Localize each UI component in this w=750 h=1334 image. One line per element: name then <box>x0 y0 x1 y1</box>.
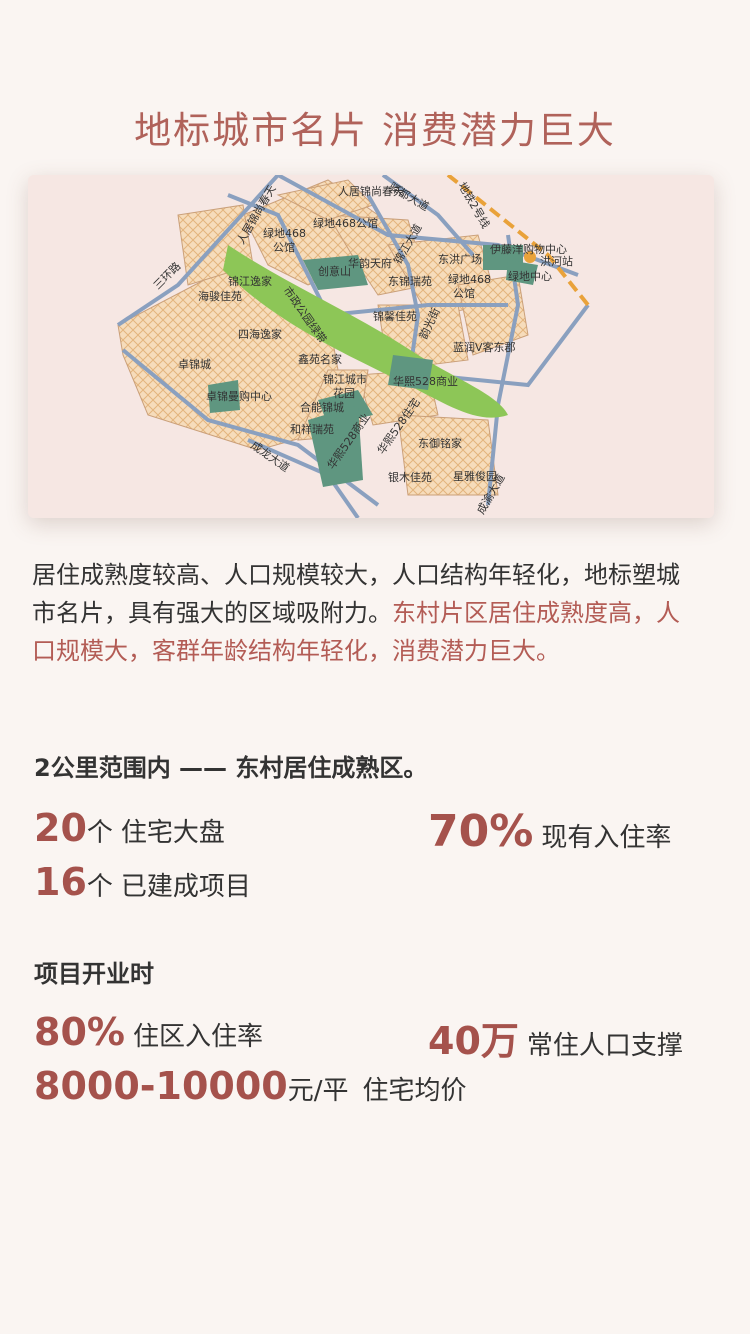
label-heneng-ruiyuan: 和祥瑞苑 <box>290 422 334 436</box>
label-donghong: 东洪广场 <box>438 252 482 266</box>
stat-occupancy: 70% 现有入住率 <box>428 806 671 857</box>
label-jinjiang-chengshi2: 花园 <box>333 387 355 400</box>
stat-label: 住宅均价 <box>362 1076 467 1106</box>
label-sihai: 四海逸家 <box>238 327 282 341</box>
label-hongdao: 洪河站 <box>540 254 573 268</box>
label-lvdi468-top: 绿地468公馆 <box>313 216 378 230</box>
label-chuangyishan: 创意山 <box>318 264 351 278</box>
stat-label: 已建成项目 <box>120 872 251 902</box>
label-lanrun: 蓝润V客东郡 <box>453 340 516 354</box>
stat-number: 80% <box>34 1010 125 1054</box>
stat-number: 16 <box>34 860 87 904</box>
stat-population: 40万 常住人口支撑 <box>428 1010 683 1065</box>
label-jinjiang-chengshi: 锦江城市 <box>323 372 367 386</box>
stat-number: 20 <box>34 806 87 850</box>
label-yiteng: 伊藤洋购物中心 <box>490 242 567 256</box>
label-dongjin: 东锦瑞苑 <box>388 274 432 288</box>
section2-title: 项目开业时 <box>34 960 154 988</box>
stat-unit: 个 <box>86 818 113 848</box>
label-lvdi468-right: 绿地468 <box>448 272 491 286</box>
label-huayun: 华韵天府 <box>348 256 392 270</box>
label-zhuojin-cheng: 卓锦城 <box>178 357 211 371</box>
section1-title: 2公里范围内 —— 东村居住成熟区。 <box>34 754 428 782</box>
stat-number: 8000-10000 <box>34 1064 288 1108</box>
label-lvdi468-right2: 公馆 <box>453 286 475 300</box>
label-jinxiu: 锦馨佳苑 <box>373 309 417 323</box>
stat-label: 住区入住率 <box>132 1022 263 1052</box>
stat-residential-projects: 20个 住宅大盘 <box>34 806 225 850</box>
stat-unit: 元/平 <box>287 1076 349 1106</box>
stat-house-price: 8000-10000元/平 住宅均价 <box>34 1064 467 1108</box>
stat-unit: 个 <box>86 872 113 902</box>
label-yinmu: 银木佳苑 <box>388 470 432 484</box>
page-title: 地标城市名片 消费潜力巨大 <box>134 109 616 152</box>
label-dongyu: 东御铭家 <box>418 436 462 450</box>
label-lvdi468-left2: 公馆 <box>273 240 295 254</box>
label-jinjiang-yijia: 锦江逸家 <box>228 274 272 288</box>
intro-paragraph: 居住成熟度较高、人口规模较大，人口结构年轻化，地标塑城市名片，具有强大的区域吸附… <box>32 556 696 670</box>
label-huaxi528-top: 华熙528商业 <box>393 374 458 388</box>
stat-number: 40万 <box>428 1019 519 1063</box>
label-xinyuan: 鑫苑名家 <box>298 352 342 366</box>
label-lvdi468-left: 绿地468 <box>263 226 306 240</box>
stat-label: 常住人口支撑 <box>526 1031 683 1061</box>
label-haijun: 海骏佳苑 <box>198 289 242 303</box>
stat-community-occupancy: 80% 住区入住率 <box>34 1010 263 1054</box>
label-lvdi-zhongxin: 绿地中心 <box>508 269 552 283</box>
area-map: 人居锦尚春天 绿地468公馆 绿地468 公馆 三环路 海骏佳苑 锦江逸家 市政… <box>28 175 714 518</box>
label-heneng-jincheng: 合能锦城 <box>300 400 344 414</box>
stat-label: 现有入住率 <box>541 823 672 853</box>
stat-number: 70% <box>428 806 534 857</box>
stat-label: 住宅大盘 <box>120 818 225 848</box>
label-zhuojin-mall: 卓锦曼购中心 <box>206 389 272 403</box>
stat-built-projects: 16个 已建成项目 <box>34 860 251 904</box>
